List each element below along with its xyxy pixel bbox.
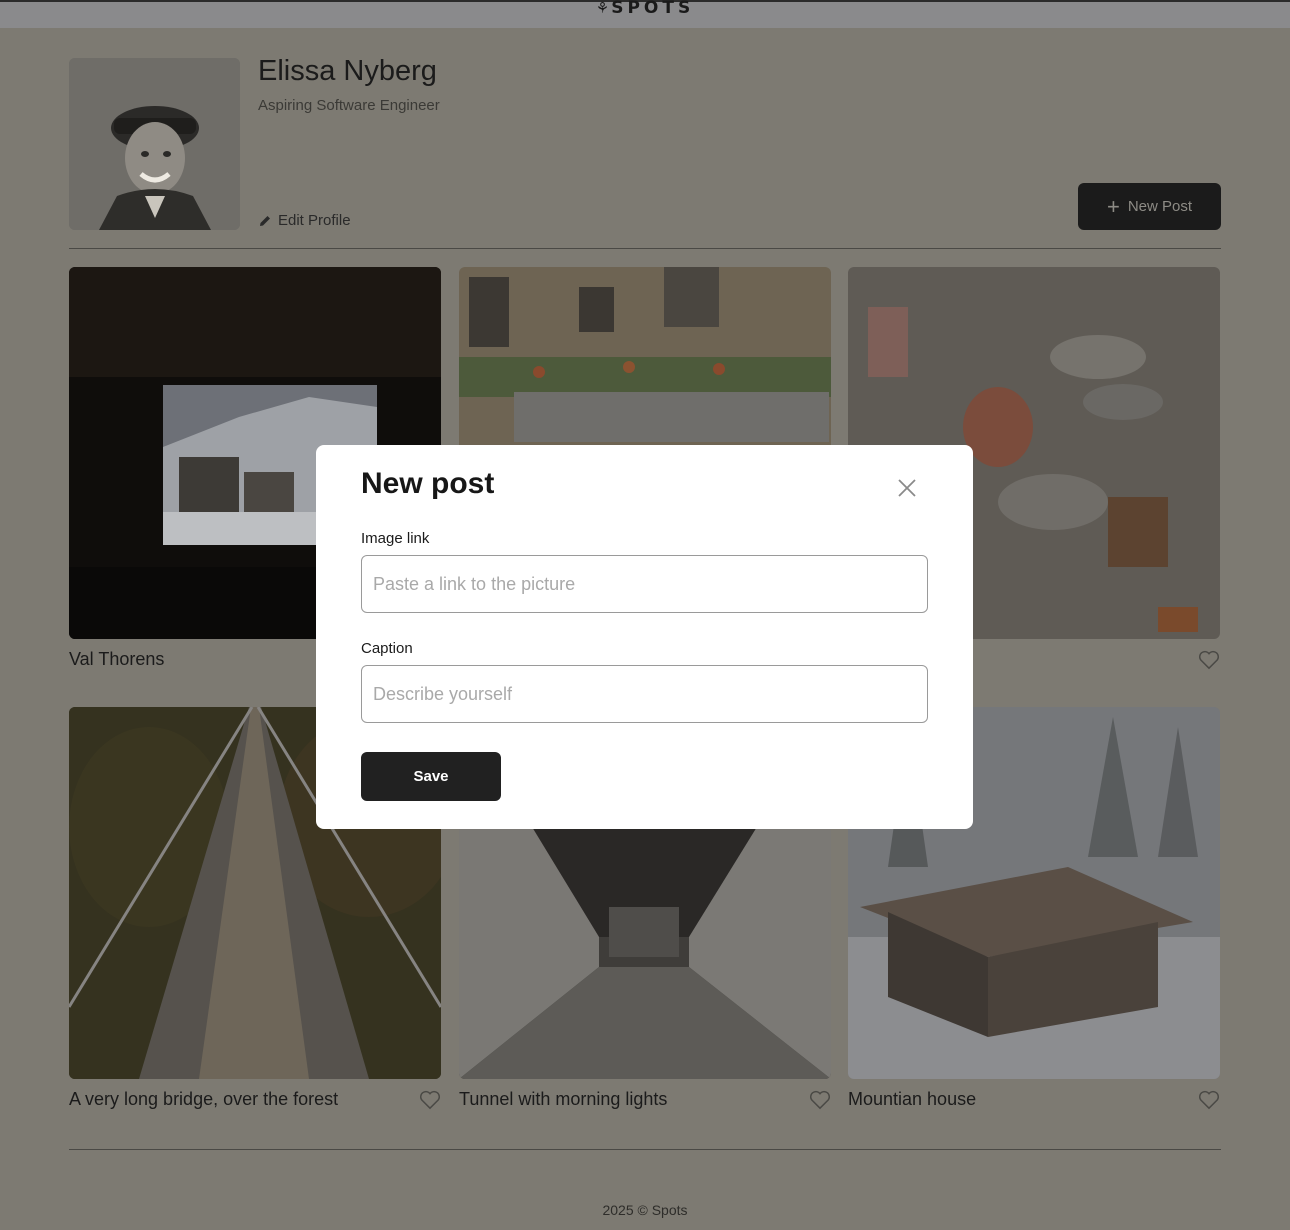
caption-input[interactable] [361, 665, 928, 723]
pencil-icon [260, 215, 270, 226]
close-icon[interactable] [895, 476, 919, 500]
save-button[interactable]: Save [361, 752, 501, 801]
heart-icon[interactable] [809, 1090, 831, 1110]
edit-profile-label: Edit Profile [278, 212, 351, 229]
profile-description: Aspiring Software Engineer [258, 97, 440, 114]
spots-logo[interactable]: ⚘ SPOTS [0, 0, 1290, 18]
card-caption: Mountian house [848, 1089, 977, 1109]
avatar [69, 58, 240, 230]
profile-divider [69, 248, 1221, 249]
footer-divider [69, 1149, 1221, 1150]
image-link-label: Image link [361, 530, 430, 547]
plus-icon: + [1106, 193, 1120, 219]
card-caption: Tunnel with morning lights [459, 1089, 668, 1109]
profile-name: Elissa Nyberg [258, 55, 437, 87]
heart-icon[interactable] [419, 1090, 441, 1110]
new-post-button[interactable]: + New Post [1078, 183, 1221, 230]
new-post-modal: New post Image link Caption Save [316, 445, 973, 829]
top-bar: ⚘ SPOTS [0, 0, 1290, 28]
new-post-label: New Post [1127, 198, 1193, 215]
edit-profile-button[interactable]: Edit Profile [258, 212, 351, 229]
footer-text: 2025 © Spots [602, 1202, 688, 1218]
heart-icon[interactable] [1198, 650, 1220, 670]
card-caption: Val Thorens [69, 649, 165, 669]
modal-title: New post [361, 467, 495, 500]
caption-label: Caption [361, 640, 413, 657]
card-caption-row: Tunnel with morning lights [459, 1089, 831, 1110]
card-caption-row: A very long bridge, over the forest [69, 1089, 441, 1110]
heart-icon[interactable] [1198, 1090, 1220, 1110]
image-link-input[interactable] [361, 555, 928, 613]
logo-text: SPOTS [611, 0, 695, 18]
logo-mark-icon: ⚘ [595, 0, 610, 17]
card-caption-row: Mountian house [848, 1089, 1220, 1110]
card-caption: A very long bridge, over the forest [69, 1089, 339, 1109]
